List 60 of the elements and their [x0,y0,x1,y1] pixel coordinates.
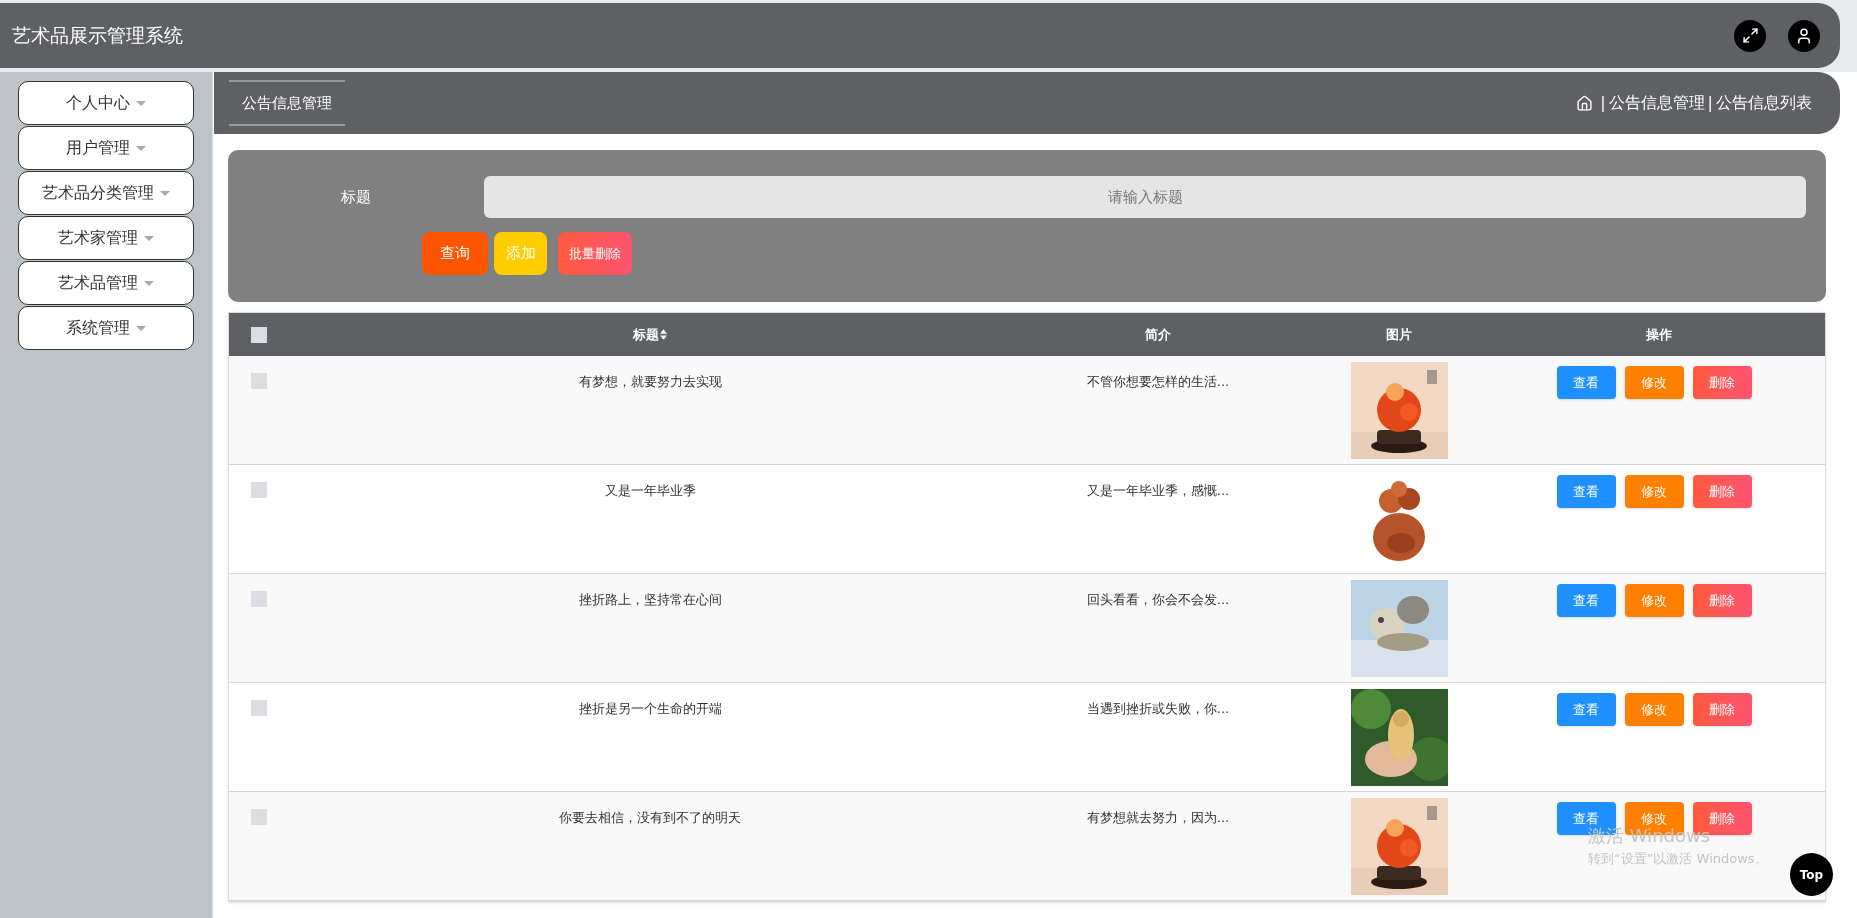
action-button[interactable]: 修改 [1624,366,1684,399]
column-header[interactable]: 标题 [633,324,659,345]
sidebar-item[interactable]: 艺术品分类管理 [18,171,194,215]
sidebar-item[interactable]: 艺术品管理 [18,261,194,305]
home-icon[interactable] [1576,94,1594,112]
sidebar-item[interactable]: 艺术家管理 [18,216,194,260]
column-header: 操作 [1646,325,1672,344]
row-checkbox[interactable] [251,809,267,825]
breadcrumb-item[interactable]: 公告信息列表 [1716,91,1812,115]
table-cell-text: 回头看看，你会不会发... [1086,591,1230,609]
action-button[interactable]: 删除 [1692,584,1752,617]
breadcrumb-separator: | [1600,92,1606,114]
caret-icon [144,235,154,241]
table-cell-text: 当遇到挫折或失败，你... [1086,700,1230,718]
breadcrumb-separator: | [1707,92,1713,114]
caret-icon [136,145,146,151]
action-button[interactable]: 查看 [1556,366,1616,399]
fullscreen-button[interactable] [1734,19,1766,52]
table-cell-text: 不管你想要怎样的生活... [1086,373,1230,391]
row-checkbox[interactable] [251,591,267,607]
action-button[interactable]: 删除 [1692,366,1752,399]
sort-icon[interactable] [660,329,667,340]
row-checkbox[interactable] [251,482,267,498]
table-cell-text: 挫折是另一个生命的开端 [578,700,722,718]
caret-icon [160,190,170,196]
action-button[interactable]: 查看 [1556,475,1616,508]
title-input[interactable]: 请输入标题 [484,176,1806,218]
table-cell-text: 有梦想就去努力，因为... [1086,809,1230,827]
action-button[interactable]: 删除 [1692,475,1752,508]
user-button[interactable] [1788,19,1820,52]
column-header: 图片 [1386,325,1412,344]
action-button[interactable]: 查看 [1556,693,1616,726]
action-button[interactable]: 修改 [1624,475,1684,508]
action-button[interactable]: 查看 [1556,584,1616,617]
action-button[interactable]: 修改 [1624,584,1684,617]
row-checkbox[interactable] [251,700,267,716]
sidebar-item[interactable]: 用户管理 [18,126,194,170]
column-header: 简介 [1145,325,1171,344]
caret-icon [136,325,146,331]
search-button[interactable]: 查询 [422,232,488,275]
app-title: 艺术品展示管理系统 [12,23,184,49]
select-all-checkbox[interactable] [251,326,267,343]
field-label: 标题 [340,186,372,208]
caret-icon [144,280,154,286]
user-icon [1795,26,1813,45]
table-cell-text: 有梦想，就要努力去实现 [578,373,722,391]
expand-icon [1741,27,1759,44]
caret-icon [136,100,146,106]
table-cell-text: 你要去相信，没有到不了的明天 [559,809,741,827]
table-cell-text: 挫折路上，坚持常在心间 [578,591,722,609]
action-button[interactable]: 修改 [1624,693,1684,726]
sidebar-item[interactable]: 系统管理 [18,306,194,350]
row-checkbox[interactable] [251,373,267,389]
sidebar-item[interactable]: 个人中心 [18,81,194,125]
breadcrumb-item[interactable]: 公告信息管理 [1608,91,1705,115]
search-button[interactable]: 批量删除 [558,232,632,275]
page-tab[interactable]: 公告信息管理 [229,79,345,127]
action-button[interactable]: 删除 [1692,693,1752,726]
table-cell-text: 又是一年毕业季 [604,482,696,500]
table-cell-text: 又是一年毕业季，感慨... [1086,482,1230,500]
